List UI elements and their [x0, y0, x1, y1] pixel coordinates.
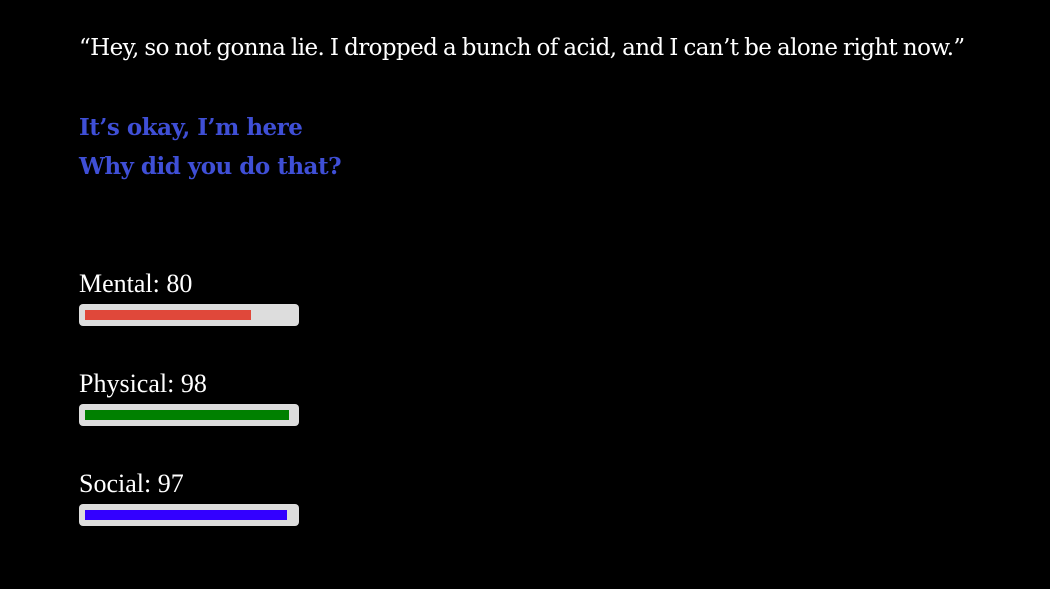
stat-mental: Mental: 80: [79, 266, 299, 366]
stat-mental-label: Mental: 80: [79, 269, 193, 298]
choice-item: Why did you do that?: [79, 147, 342, 186]
stat-physical-bar: [79, 404, 299, 426]
choice-its-okay-im-here[interactable]: It’s okay, I’m here: [79, 108, 341, 147]
stat-physical: Physical: 98: [79, 366, 299, 466]
stat-mental-bar: [79, 304, 299, 326]
dialogue-text: “Hey, so not gonna lie. I dropped a bunc…: [79, 35, 965, 61]
choice-list: It’s okay, I’m here Why did you do that?: [79, 108, 342, 186]
stat-social-label: Social: 97: [79, 469, 184, 498]
stat-physical-label: Physical: 98: [79, 369, 207, 398]
choice-item: It’s okay, I’m here: [79, 108, 341, 147]
stat-mental-bar-fill: [85, 310, 251, 320]
stat-physical-bar-fill: [85, 410, 289, 420]
stat-social: Social: 97: [79, 466, 299, 566]
choice-why-did-you-do-that[interactable]: Why did you do that?: [79, 147, 342, 186]
stat-social-bar-fill: [85, 510, 287, 520]
stat-social-bar: [79, 504, 299, 526]
stats-panel: Mental: 80 Physical: 98 Social: 97: [79, 266, 299, 566]
